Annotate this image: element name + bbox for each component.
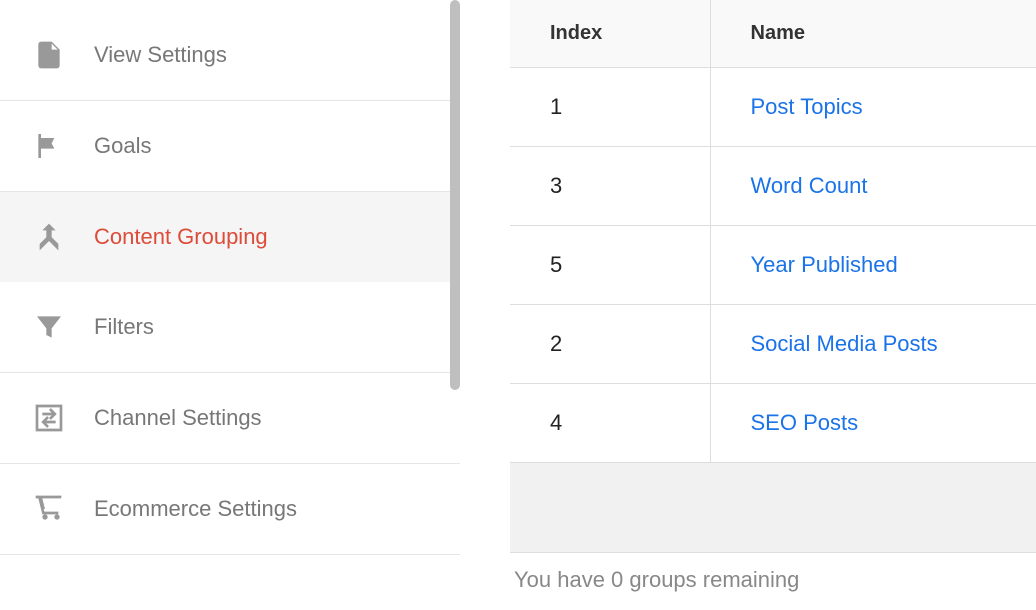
sidebar-item-goals[interactable]: Goals (0, 101, 460, 192)
group-link[interactable]: SEO Posts (751, 410, 859, 435)
page-icon (30, 36, 68, 74)
swap-icon (30, 399, 68, 437)
table-row: 1 Post Topics (510, 68, 1036, 147)
group-link[interactable]: Year Published (751, 252, 898, 277)
cart-icon (30, 490, 68, 528)
cell-index: 4 (510, 384, 710, 463)
table-footer (510, 463, 1036, 553)
table-row: 5 Year Published (510, 226, 1036, 305)
content-groups-table: Index Name 1 Post Topics 3 Word Count 5 … (510, 0, 1036, 553)
sidebar-item-filters[interactable]: Filters (0, 282, 460, 373)
filter-icon (30, 308, 68, 346)
group-link[interactable]: Word Count (751, 173, 868, 198)
sidebar-item-view-settings[interactable]: View Settings (0, 10, 460, 101)
cell-index: 3 (510, 147, 710, 226)
sidebar-item-label: Filters (94, 314, 154, 340)
sidebar-item-ecommerce-settings[interactable]: Ecommerce Settings (0, 464, 460, 555)
sidebar-item-channel-settings[interactable]: Channel Settings (0, 373, 460, 464)
scrollbar[interactable] (450, 0, 460, 390)
cell-index: 5 (510, 226, 710, 305)
sidebar-item-content-grouping[interactable]: Content Grouping (0, 192, 460, 282)
sidebar: View Settings Goals Content Grouping Fil… (0, 0, 460, 610)
group-link[interactable]: Post Topics (751, 94, 863, 119)
col-header-name[interactable]: Name (710, 0, 1036, 68)
cell-index: 2 (510, 305, 710, 384)
group-link[interactable]: Social Media Posts (751, 331, 938, 356)
merge-icon (30, 218, 68, 256)
sidebar-item-label: Goals (94, 133, 151, 159)
flag-icon (30, 127, 68, 165)
table-row: 4 SEO Posts (510, 384, 1036, 463)
main-content: Index Name 1 Post Topics 3 Word Count 5 … (460, 0, 1036, 610)
sidebar-item-label: Channel Settings (94, 405, 262, 431)
sidebar-item-label: Ecommerce Settings (94, 496, 297, 522)
sidebar-item-label: View Settings (94, 42, 227, 68)
table-row: 3 Word Count (510, 147, 1036, 226)
cell-index: 1 (510, 68, 710, 147)
table-row: 2 Social Media Posts (510, 305, 1036, 384)
sidebar-item-label: Content Grouping (94, 224, 268, 250)
col-header-index[interactable]: Index (510, 0, 710, 68)
remaining-text: You have 0 groups remaining (510, 553, 1036, 593)
